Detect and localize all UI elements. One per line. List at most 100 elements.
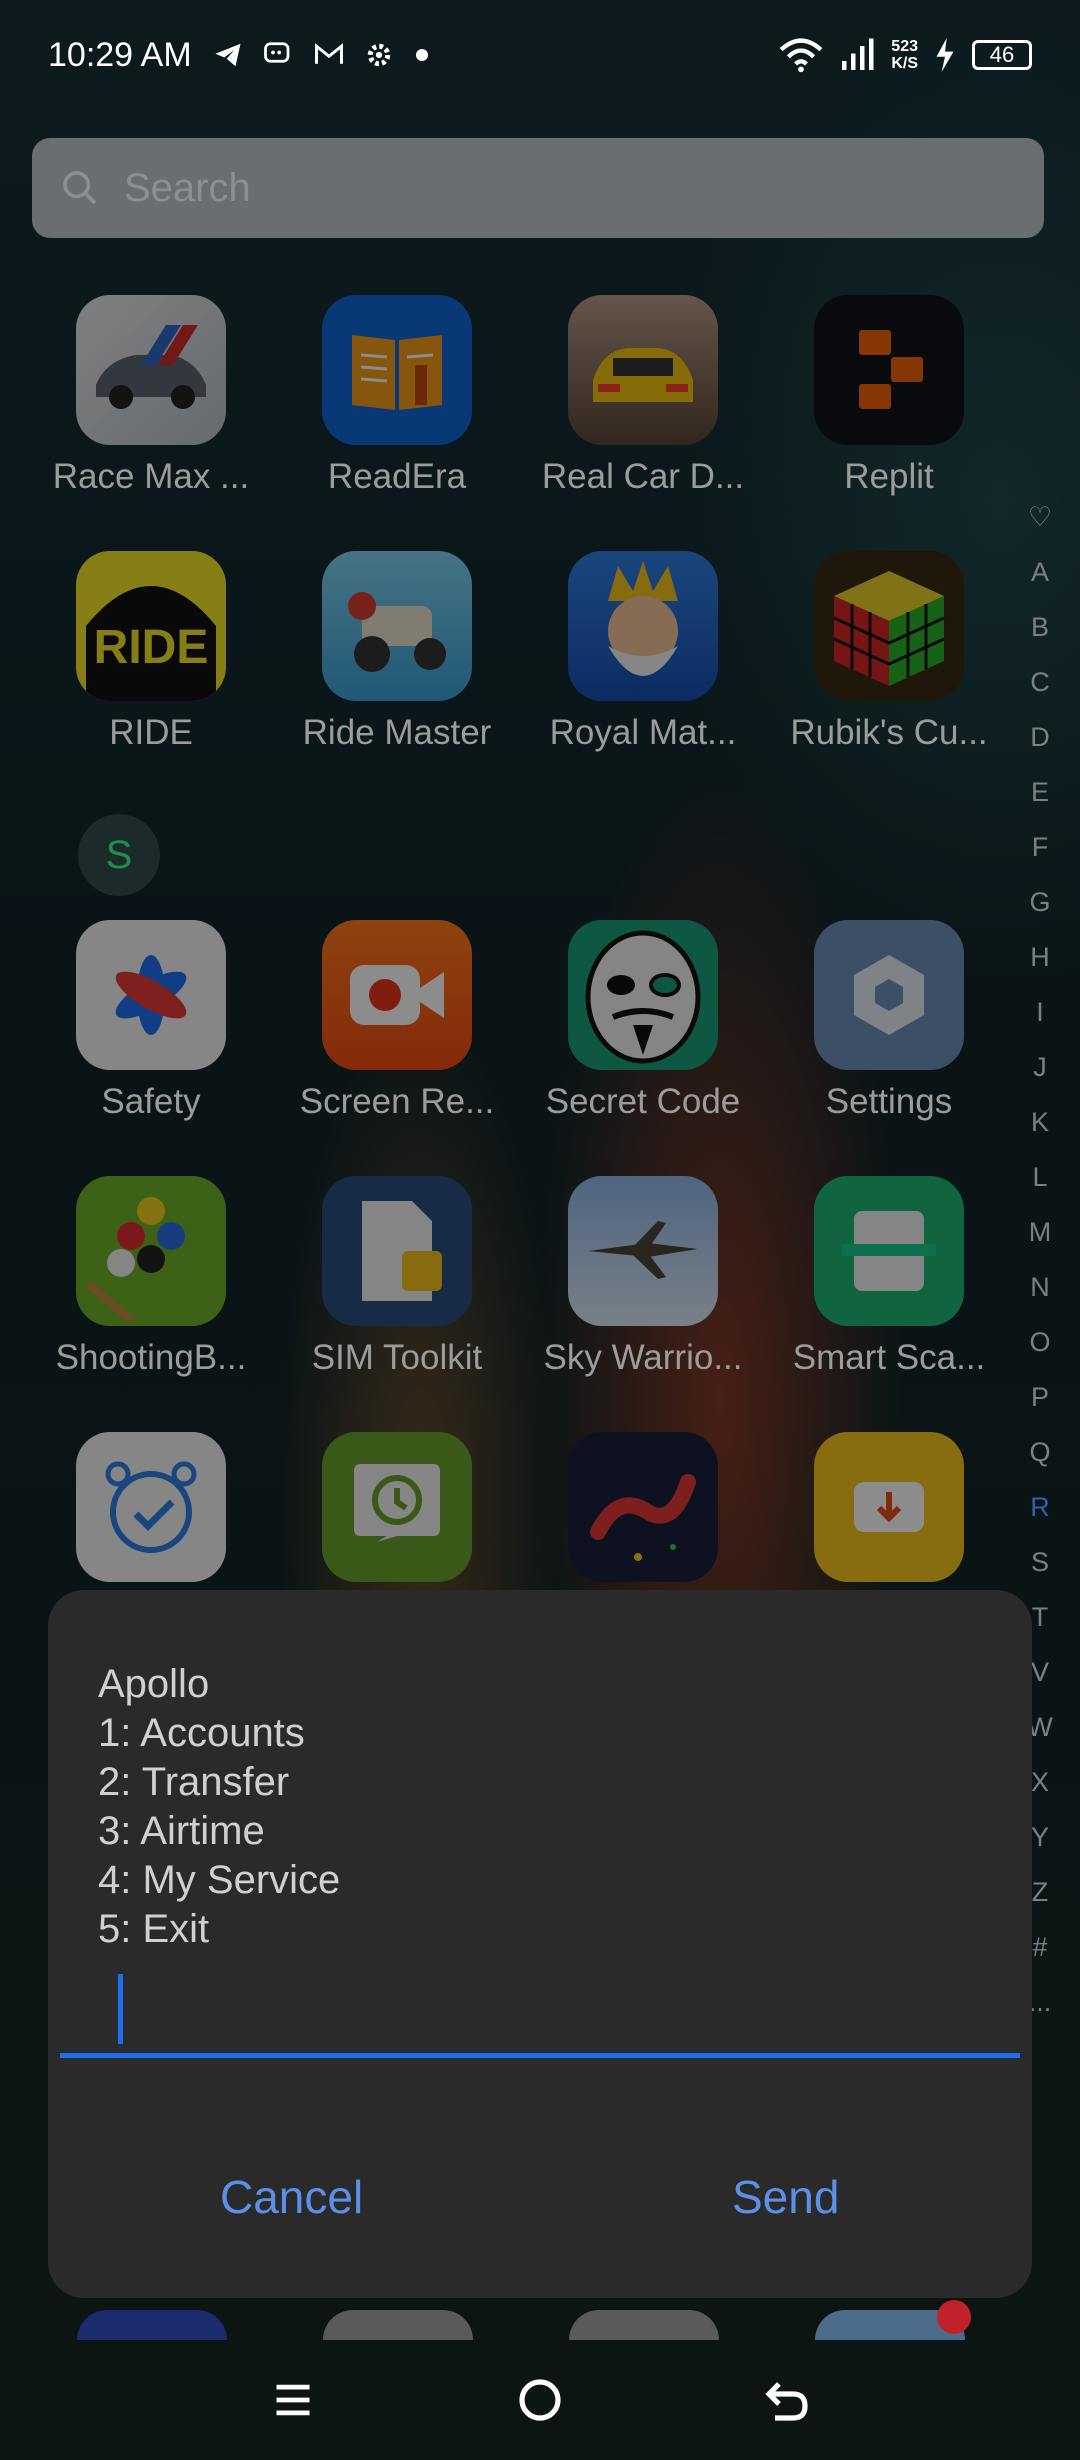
app-sim-toolkit[interactable]: SIM Toolkit <box>274 1176 520 1378</box>
alphabet-index-letter[interactable]: Y <box>1031 1810 1049 1865</box>
back-button[interactable] <box>747 2360 827 2440</box>
app-label: ReadEra <box>327 457 467 496</box>
alphabet-index-letter[interactable]: ... <box>1029 1975 1052 2030</box>
search-input[interactable] <box>124 165 924 211</box>
app-label: Safety <box>101 1082 201 1121</box>
race-max-icon <box>76 295 226 445</box>
alphabet-index-letter[interactable]: S <box>1031 1535 1049 1590</box>
alphabet-index-letter[interactable]: Q <box>1029 1425 1050 1480</box>
alphabet-index-letter[interactable]: J <box>1033 1040 1047 1095</box>
alphabet-index-letter[interactable]: R <box>1030 1480 1050 1535</box>
alphabet-index-letter[interactable]: D <box>1030 710 1050 765</box>
alphabet-index-letter[interactable]: C <box>1030 655 1050 710</box>
app-settings[interactable]: Settings <box>766 920 1012 1122</box>
signal-icon <box>842 38 874 70</box>
alphabet-index-letter[interactable]: L <box>1032 1150 1047 1205</box>
ussd-reply-input[interactable] <box>60 1970 1020 2058</box>
home-button[interactable] <box>500 2360 580 2440</box>
real-car-icon <box>568 295 718 445</box>
screen-recorder-icon <box>322 920 472 1070</box>
app-sky-warrior[interactable]: Sky Warrio... <box>520 1176 766 1378</box>
alphabet-index-letter[interactable]: T <box>1032 1590 1049 1645</box>
search-bar[interactable] <box>32 138 1044 238</box>
app-safety[interactable]: Safety <box>28 920 274 1122</box>
app-alarm[interactable] <box>28 1432 274 1582</box>
ussd-line: Apollo <box>98 1662 210 1706</box>
app-label: ShootingB... <box>55 1338 247 1377</box>
app-rubiks[interactable]: Rubik's Cu... <box>766 551 1012 753</box>
alphabet-index-letter[interactable]: ♡ <box>1028 490 1052 545</box>
app-ride-master[interactable]: Ride Master <box>274 551 520 753</box>
alarm-clock-icon <box>76 1432 226 1582</box>
app-label: Ride Master <box>302 713 492 752</box>
ride-icon: RIDE <box>76 551 226 701</box>
alphabet-index-letter[interactable]: M <box>1029 1205 1052 1260</box>
alphabet-index-letter[interactable]: I <box>1036 985 1044 1040</box>
gmail-icon <box>314 43 343 64</box>
net-speed-value: 523 <box>891 38 918 55</box>
alphabet-index-letter[interactable]: K <box>1031 1095 1049 1150</box>
snake-game-icon <box>568 1432 718 1582</box>
ride-master-icon <box>322 551 472 701</box>
menu-icon <box>276 2384 310 2416</box>
secret-code-icon <box>568 920 718 1070</box>
ussd-message: Apollo 1: Accounts 2: Transfer 3: Airtim… <box>98 1660 340 1954</box>
alphabet-index-letter[interactable]: H <box>1030 930 1050 985</box>
menu-button[interactable] <box>253 2360 333 2440</box>
battery-icon: 46 <box>972 40 1032 70</box>
sky-warrior-icon <box>568 1176 718 1326</box>
chat-icon <box>263 42 290 63</box>
app-readera[interactable]: ReadEra <box>274 295 520 497</box>
app-replit[interactable]: Replit <box>766 295 1012 497</box>
alphabet-index-letter[interactable]: E <box>1031 765 1049 820</box>
alphabet-index-letter[interactable]: G <box>1029 875 1050 930</box>
app-peek <box>323 2310 473 2340</box>
charging-icon <box>936 38 954 72</box>
app-shooting-ball[interactable]: ShootingB... <box>28 1176 274 1378</box>
app-smart-scan[interactable]: Smart Sca... <box>766 1176 1012 1378</box>
alphabet-index-letter[interactable]: X <box>1031 1755 1049 1810</box>
app-secret-code[interactable]: Secret Code <box>520 920 766 1122</box>
replit-icon <box>814 295 964 445</box>
app-screen-recorder[interactable]: Screen Re... <box>274 920 520 1122</box>
app-label: SIM Toolkit <box>311 1338 483 1377</box>
safety-icon <box>76 920 226 1070</box>
alphabet-index-letter[interactable]: O <box>1029 1315 1050 1370</box>
send-button[interactable]: Send <box>732 2170 839 2224</box>
ussd-line: 2: Transfer <box>98 1760 290 1804</box>
alphabet-index-letter[interactable]: A <box>1031 545 1049 600</box>
app-real-car[interactable]: Real Car D... <box>520 295 766 497</box>
ussd-line: 3: Airtime <box>98 1809 265 1853</box>
net-speed-unit: K/S <box>891 55 918 72</box>
alphabet-index-letter[interactable]: F <box>1032 820 1049 875</box>
section-letter-s: S <box>78 814 160 896</box>
app-label: RIDE <box>109 713 193 752</box>
alphabet-index-letter[interactable]: N <box>1030 1260 1050 1315</box>
app-label: Replit <box>844 457 934 496</box>
app-ride[interactable]: RIDE RIDE <box>28 551 274 753</box>
app-downloader[interactable] <box>766 1432 1012 1582</box>
dot-icon <box>415 49 428 61</box>
alphabet-index-letter[interactable]: # <box>1032 1920 1047 1975</box>
app-snake[interactable] <box>520 1432 766 1582</box>
alphabet-index-letter[interactable]: V <box>1031 1645 1049 1700</box>
app-race-max[interactable]: Race Max ... <box>28 295 274 497</box>
smart-scan-icon <box>814 1176 964 1326</box>
app-label: Royal Mat... <box>549 713 737 752</box>
cancel-button[interactable]: Cancel <box>220 2170 363 2224</box>
alphabet-index-letter[interactable]: P <box>1031 1370 1049 1425</box>
sim-toolkit-icon <box>322 1176 472 1326</box>
notification-badge <box>937 2300 971 2334</box>
alphabet-index-letter[interactable]: Z <box>1032 1865 1049 1920</box>
readera-icon <box>322 295 472 445</box>
app-peek <box>569 2310 719 2340</box>
settings-app-icon <box>814 920 964 1070</box>
app-royal-match[interactable]: Royal Mat... <box>520 551 766 753</box>
downloader-icon <box>814 1432 964 1582</box>
alphabet-index-letter[interactable]: B <box>1031 600 1049 655</box>
ussd-dialog: Apollo 1: Accounts 2: Transfer 3: Airtim… <box>48 1590 1032 2298</box>
ussd-line: 5: Exit <box>98 1907 210 1951</box>
app-backup[interactable] <box>274 1432 520 1582</box>
royal-match-icon <box>568 551 718 701</box>
svg-text:RIDE: RIDE <box>94 621 209 674</box>
